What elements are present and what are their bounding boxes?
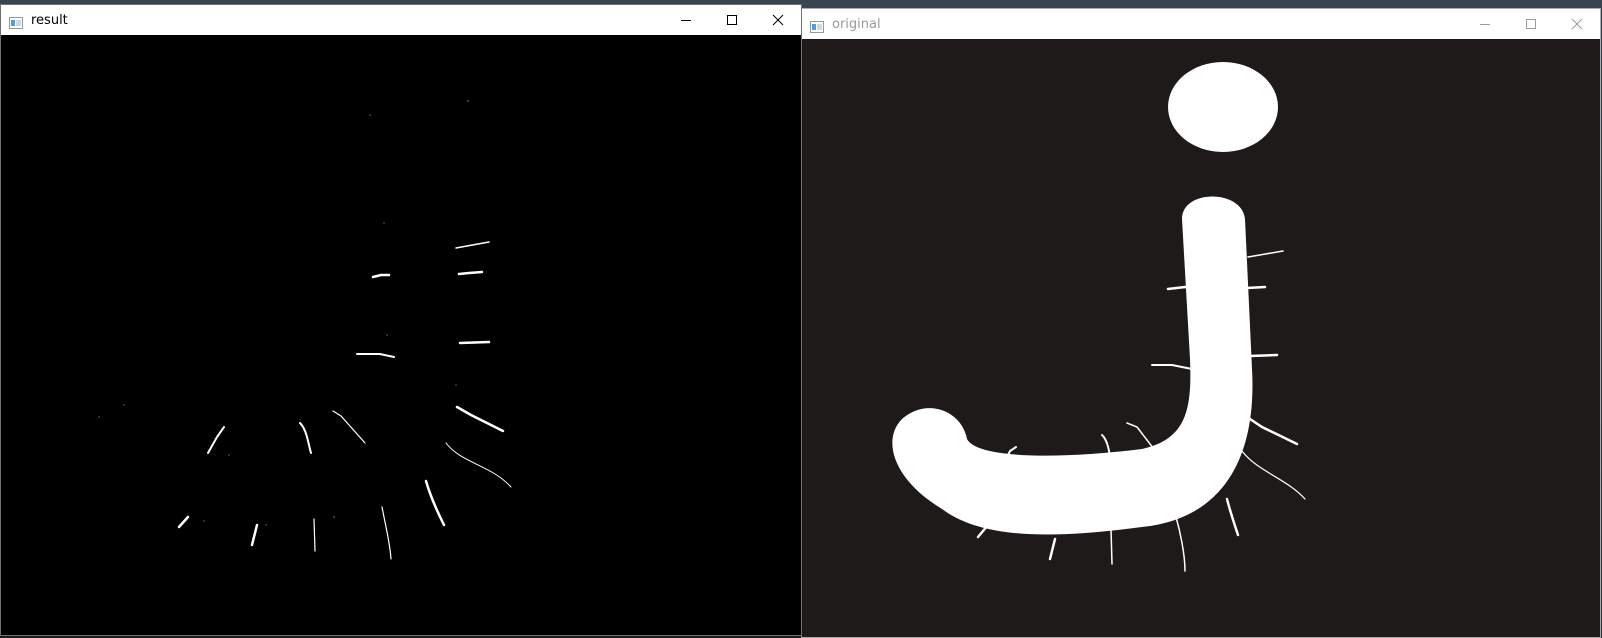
maximize-button[interactable] (1508, 9, 1554, 39)
maximize-icon (1525, 15, 1537, 34)
result-image-canvas (1, 35, 801, 635)
desktop: original result (0, 0, 1602, 638)
app-window-icon (9, 14, 23, 29)
maximize-icon (726, 11, 738, 30)
minimize-button[interactable] (663, 5, 709, 35)
original-window[interactable]: original (801, 8, 1601, 638)
original-j-image (802, 39, 1600, 637)
window-title: result (31, 12, 68, 28)
close-button[interactable] (755, 5, 801, 35)
original-image-canvas (802, 39, 1600, 637)
original-titlebar[interactable]: original (802, 9, 1600, 39)
result-window[interactable]: result (0, 4, 802, 636)
minimize-icon (1479, 15, 1491, 34)
close-icon (772, 11, 784, 30)
app-window-icon (810, 18, 824, 33)
minimize-button[interactable] (1462, 9, 1508, 39)
result-titlebar[interactable]: result (1, 5, 801, 35)
close-button[interactable] (1554, 9, 1600, 39)
close-icon (1571, 15, 1583, 34)
result-hairs-image (1, 35, 801, 635)
window-title: original (832, 16, 881, 32)
maximize-button[interactable] (709, 5, 755, 35)
minimize-icon (680, 11, 692, 30)
